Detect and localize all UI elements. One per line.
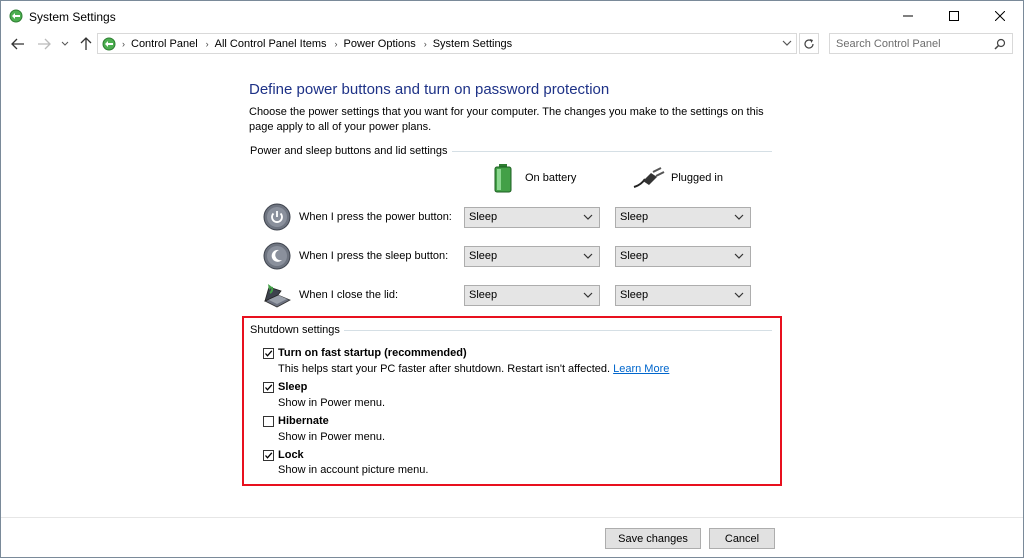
breadcrumb-separator-icon: › bbox=[205, 38, 209, 49]
footer-divider bbox=[1, 517, 1023, 518]
power-button-battery-select[interactable]: Sleep bbox=[464, 207, 600, 228]
column-on-battery: On battery bbox=[493, 163, 576, 193]
checkmark-icon bbox=[265, 384, 273, 391]
refresh-button[interactable] bbox=[799, 33, 819, 54]
chevron-down-icon bbox=[734, 292, 744, 298]
laptop-lid-icon bbox=[263, 281, 291, 309]
lid-plugged-select[interactable]: Sleep bbox=[615, 285, 751, 306]
window-title: System Settings bbox=[29, 10, 116, 24]
hibernate-desc: Show in Power menu. bbox=[278, 431, 385, 443]
breadcrumb-separator-icon: › bbox=[122, 38, 125, 49]
fast-startup-checkbox[interactable] bbox=[263, 348, 274, 359]
search-input[interactable] bbox=[836, 35, 986, 52]
lock-label[interactable]: Lock bbox=[278, 449, 304, 461]
power-button-plugged-select[interactable]: Sleep bbox=[615, 207, 751, 228]
lock-desc: Show in account picture menu. bbox=[278, 464, 429, 476]
breadcrumb: › Control Panel › All Control Panel Item… bbox=[120, 34, 512, 53]
cancel-button[interactable]: Cancel bbox=[709, 528, 775, 549]
minimize-icon bbox=[903, 15, 913, 17]
chevron-down-icon bbox=[583, 292, 593, 298]
chevron-down-icon bbox=[583, 214, 593, 220]
breadcrumb-system-settings[interactable]: System Settings bbox=[433, 38, 512, 50]
sleep-checkbox[interactable] bbox=[263, 382, 274, 393]
chevron-down-icon bbox=[734, 214, 744, 220]
lid-battery-select[interactable]: Sleep bbox=[464, 285, 600, 306]
maximize-button[interactable] bbox=[931, 1, 977, 31]
title-bar: System Settings bbox=[1, 1, 1023, 31]
learn-more-link[interactable]: Learn More bbox=[613, 363, 669, 375]
fast-startup-label[interactable]: Turn on fast startup (recommended) bbox=[278, 347, 467, 359]
up-arrow-icon bbox=[80, 37, 92, 50]
up-button[interactable] bbox=[77, 35, 95, 53]
minimize-button[interactable] bbox=[885, 1, 931, 31]
address-bar[interactable]: › Control Panel › All Control Panel Item… bbox=[97, 33, 797, 54]
fast-startup-desc: This helps start your PC faster after sh… bbox=[278, 363, 670, 375]
system-settings-window: System Settings › Control Panel › All Co… bbox=[0, 0, 1024, 558]
search-icon[interactable] bbox=[994, 38, 1006, 53]
chevron-down-icon bbox=[734, 253, 744, 259]
checkmark-icon bbox=[265, 350, 273, 357]
hibernate-checkbox[interactable] bbox=[263, 416, 274, 427]
power-group-title: Power and sleep buttons and lid settings bbox=[250, 145, 452, 157]
sleep-button-plugged-select[interactable]: Sleep bbox=[615, 246, 751, 267]
close-icon bbox=[995, 11, 1005, 21]
back-arrow-icon bbox=[11, 38, 24, 50]
lid-label: When I close the lid: bbox=[299, 289, 399, 301]
breadcrumb-separator-icon: › bbox=[334, 38, 338, 49]
shutdown-group-title: Shutdown settings bbox=[250, 324, 344, 336]
sleep-label[interactable]: Sleep bbox=[278, 381, 307, 393]
lock-checkbox[interactable] bbox=[263, 450, 274, 461]
control-panel-icon bbox=[9, 9, 23, 23]
maximize-icon bbox=[949, 11, 959, 21]
checkmark-icon bbox=[265, 452, 273, 459]
hibernate-label[interactable]: Hibernate bbox=[278, 415, 329, 427]
navigation-bar: › Control Panel › All Control Panel Item… bbox=[1, 31, 1023, 57]
search-box bbox=[829, 33, 1013, 54]
plug-icon bbox=[633, 167, 665, 188]
save-changes-button[interactable]: Save changes bbox=[605, 528, 701, 549]
close-button[interactable] bbox=[977, 1, 1023, 31]
breadcrumb-separator-icon: › bbox=[423, 38, 427, 49]
recent-locations-button[interactable] bbox=[59, 35, 71, 53]
column-plugged-in: Plugged in bbox=[633, 167, 723, 189]
chevron-down-icon bbox=[583, 253, 593, 259]
breadcrumb-all-items[interactable]: All Control Panel Items bbox=[215, 38, 327, 50]
page-description: Choose the power settings that you want … bbox=[249, 106, 764, 133]
battery-icon bbox=[494, 164, 512, 193]
refresh-icon bbox=[804, 38, 814, 49]
sleep-button-label: When I press the sleep button: bbox=[299, 250, 449, 262]
address-dropdown-button[interactable] bbox=[782, 38, 792, 50]
breadcrumb-control-panel[interactable]: Control Panel bbox=[131, 38, 198, 50]
sleep-button-battery-select[interactable]: Sleep bbox=[464, 246, 600, 267]
breadcrumb-power-options[interactable]: Power Options bbox=[344, 38, 416, 50]
chevron-down-icon bbox=[61, 41, 69, 46]
power-button-label: When I press the power button: bbox=[299, 211, 452, 223]
column-label: Plugged in bbox=[671, 172, 723, 184]
sleep-button-icon bbox=[263, 242, 291, 270]
forward-arrow-icon bbox=[38, 38, 51, 50]
forward-button[interactable] bbox=[35, 35, 53, 53]
back-button[interactable] bbox=[9, 35, 27, 53]
chevron-down-icon bbox=[782, 40, 792, 46]
power-button-icon bbox=[263, 203, 291, 231]
control-panel-icon bbox=[102, 37, 116, 51]
sleep-desc: Show in Power menu. bbox=[278, 397, 385, 409]
page-title: Define power buttons and turn on passwor… bbox=[249, 81, 610, 98]
column-label: On battery bbox=[525, 172, 577, 184]
